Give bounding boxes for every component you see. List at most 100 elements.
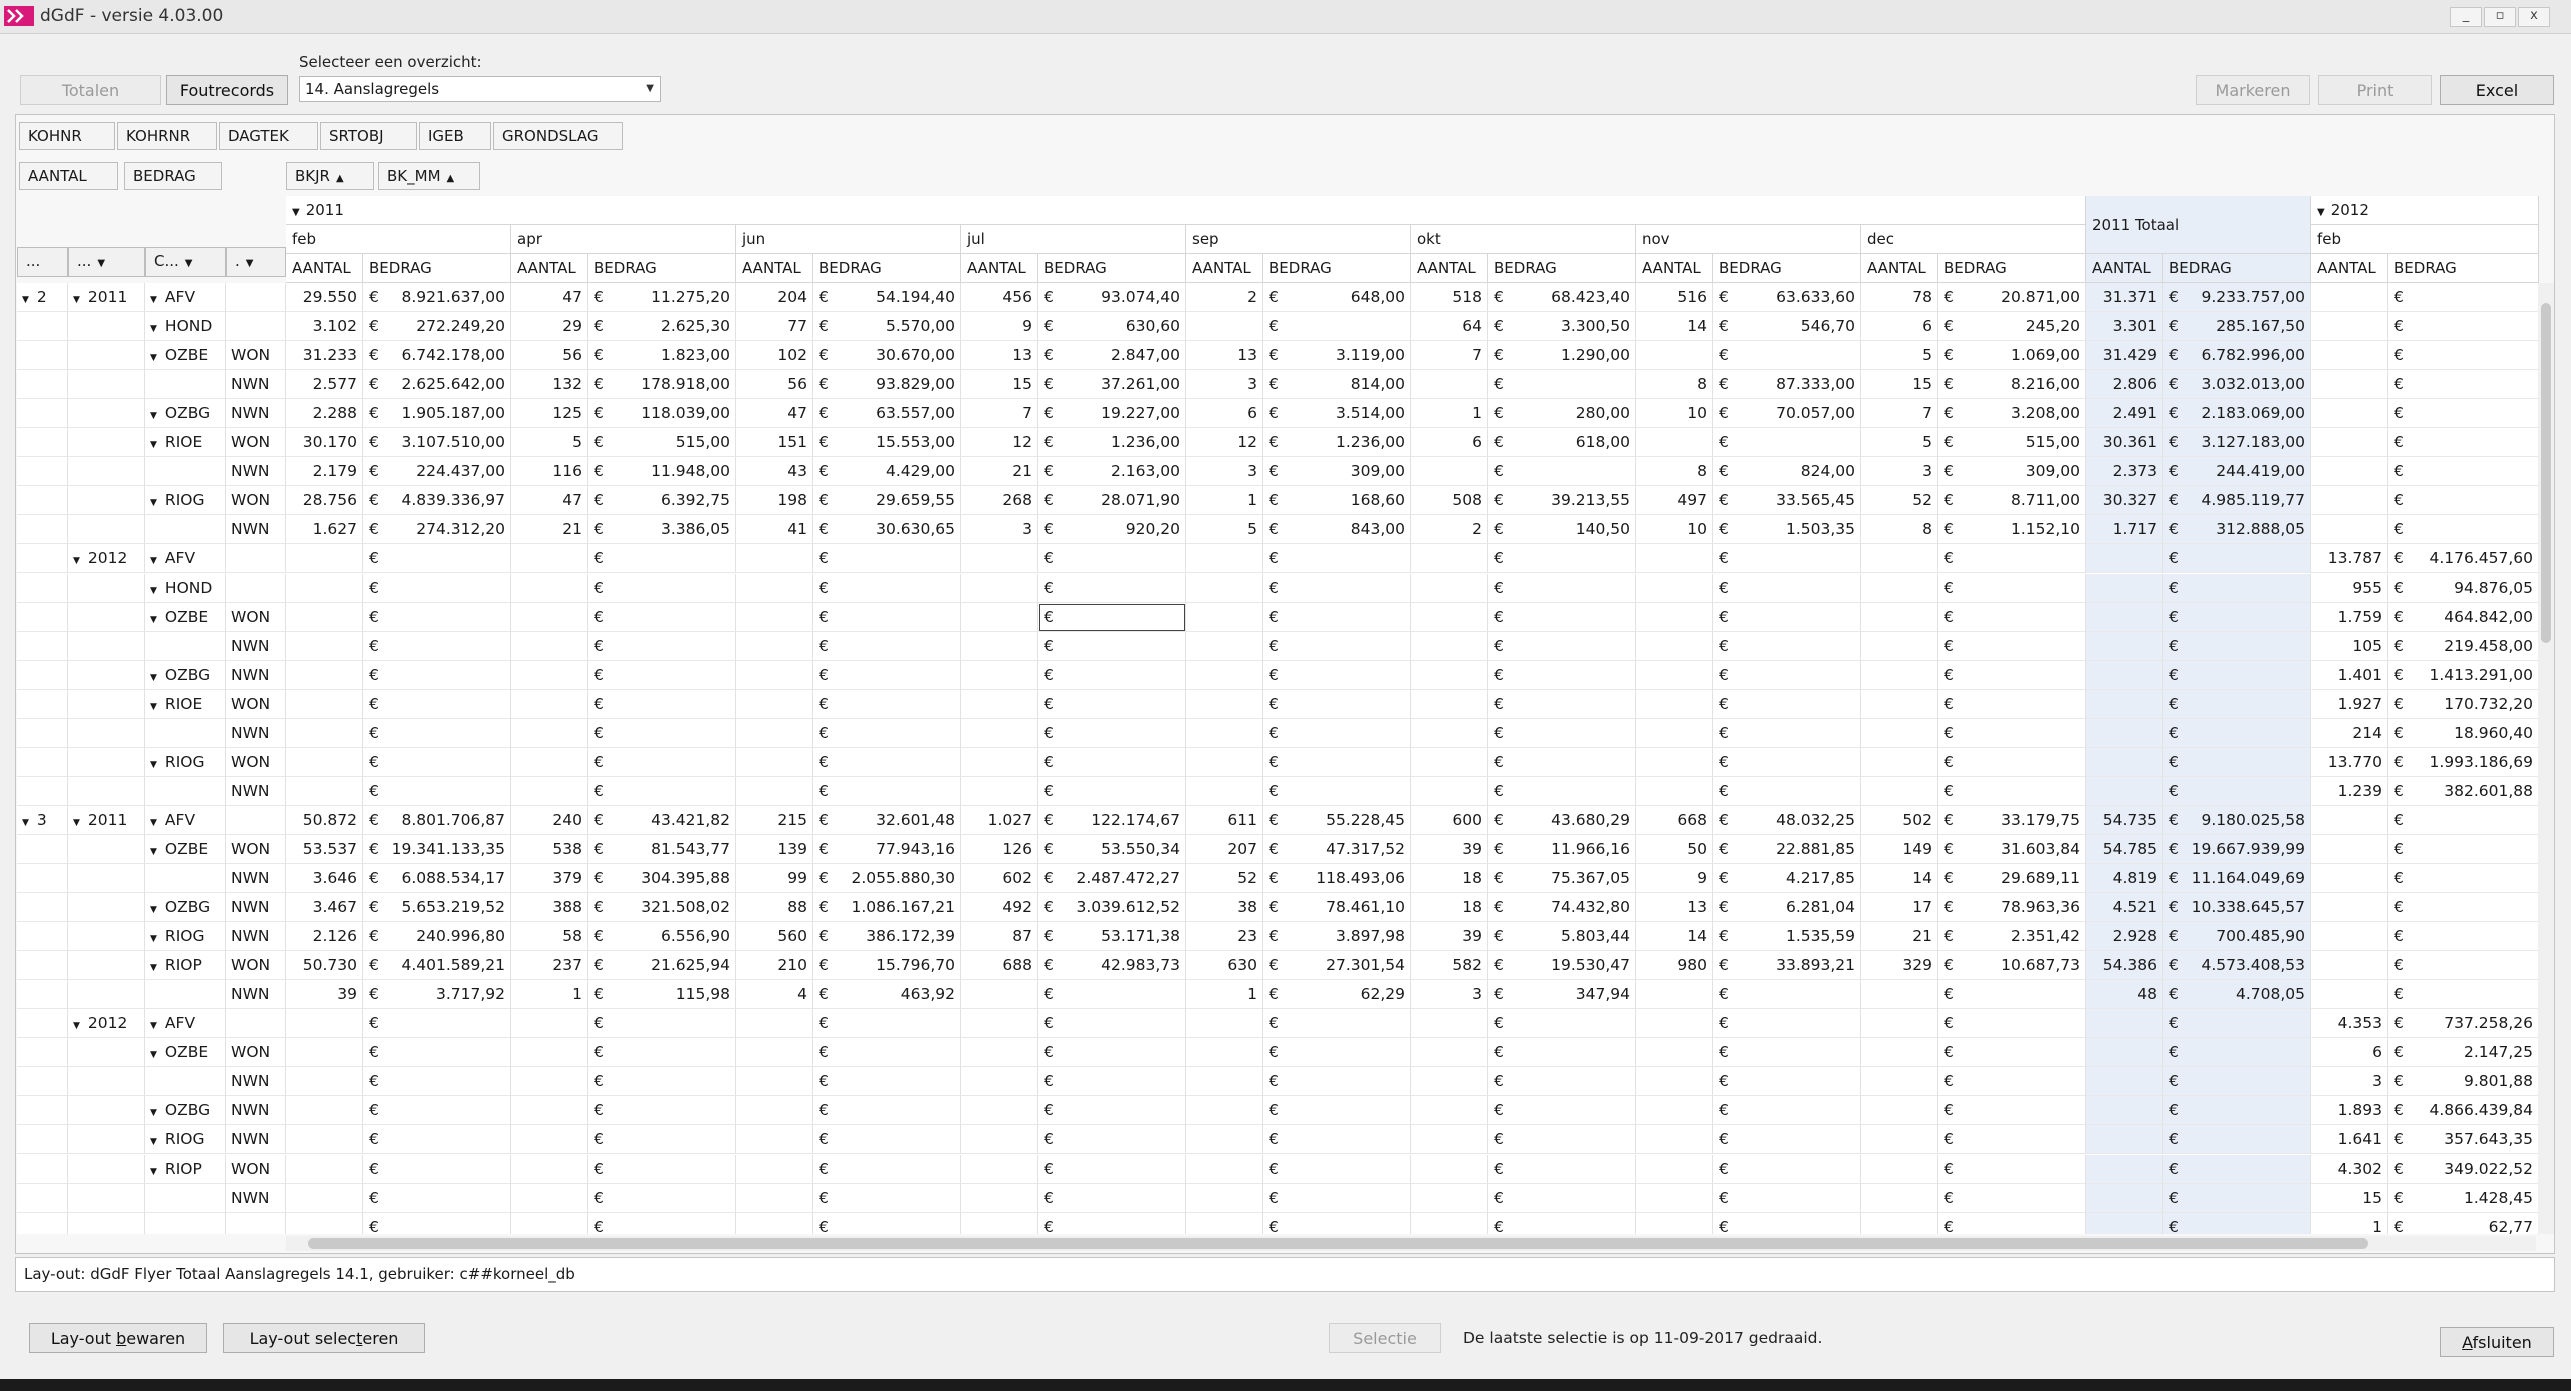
bedrag-cell[interactable]: € <box>363 574 511 603</box>
bedrag-cell[interactable]: €6.742.178,00 <box>363 341 511 370</box>
aantal-cell[interactable]: 14 <box>1636 922 1713 951</box>
bedrag-cell[interactable]: €240.996,80 <box>363 922 511 951</box>
collapse-icon[interactable]: ▼ <box>22 295 29 305</box>
aantal-cell[interactable]: 329 <box>1861 951 1938 980</box>
aantal-cell[interactable] <box>1411 1096 1488 1125</box>
collapse-icon[interactable]: ▼ <box>150 760 157 770</box>
aantal-cell[interactable]: 2.373 <box>2086 457 2163 486</box>
aantal-cell[interactable] <box>286 1096 363 1125</box>
bedrag-cell[interactable]: € <box>1488 1184 1636 1213</box>
aantal-cell[interactable]: 4 <box>736 980 813 1009</box>
bedrag-cell[interactable]: €168,60 <box>1263 486 1411 515</box>
bedrag-cell[interactable]: € <box>1713 544 1861 573</box>
aantal-cell[interactable] <box>2086 1038 2163 1067</box>
row-header-l4[interactable]: WON <box>226 748 286 777</box>
bedrag-cell[interactable]: €920,20 <box>1038 515 1186 544</box>
bedrag-cell[interactable]: € <box>1713 341 1861 370</box>
bedrag-cell[interactable]: €29.689,11 <box>1938 864 2086 893</box>
bedrag-cell[interactable]: €3.717,92 <box>363 980 511 1009</box>
row-header-l4[interactable]: NWN <box>226 777 286 806</box>
aantal-cell[interactable]: 14 <box>1861 864 1938 893</box>
aantal-cell[interactable] <box>1861 719 1938 748</box>
bedrag-cell[interactable]: €115,98 <box>588 980 736 1009</box>
bedrag-header[interactable]: BEDRAG <box>1713 254 1861 283</box>
bedrag-cell[interactable]: € <box>1038 1038 1186 1067</box>
aantal-cell[interactable] <box>736 574 813 603</box>
row-header-l4[interactable]: WON <box>226 341 286 370</box>
data-field-bedrag[interactable]: BEDRAG <box>124 162 222 190</box>
bedrag-cell[interactable]: €94.876,05 <box>2388 574 2539 603</box>
bedrag-header[interactable]: BEDRAG <box>1488 254 1636 283</box>
bedrag-cell[interactable]: € <box>2163 1213 2311 1234</box>
bedrag-cell[interactable]: € <box>588 1009 736 1038</box>
bedrag-cell[interactable]: € <box>2388 864 2539 893</box>
bedrag-cell[interactable]: € <box>363 777 511 806</box>
collapse-icon[interactable]: ▼ <box>150 847 157 857</box>
bedrag-cell[interactable]: € <box>1938 574 2086 603</box>
aantal-cell[interactable] <box>511 690 588 719</box>
bedrag-cell[interactable]: €700.485,90 <box>2163 922 2311 951</box>
aantal-cell[interactable]: 1 <box>511 980 588 1009</box>
bedrag-cell[interactable]: €280,00 <box>1488 399 1636 428</box>
aantal-cell[interactable]: 77 <box>736 312 813 341</box>
aantal-cell[interactable] <box>736 690 813 719</box>
bedrag-cell[interactable]: €3.032.013,00 <box>2163 370 2311 399</box>
aantal-cell[interactable] <box>736 748 813 777</box>
aantal-cell[interactable] <box>1186 690 1263 719</box>
aantal-cell[interactable] <box>511 574 588 603</box>
bedrag-cell[interactable]: € <box>1038 719 1186 748</box>
aantal-cell[interactable] <box>1861 661 1938 690</box>
bedrag-cell[interactable]: €11.164.049,69 <box>2163 864 2311 893</box>
bedrag-cell[interactable]: €81.543,77 <box>588 835 736 864</box>
aantal-cell[interactable] <box>1861 1155 1938 1184</box>
aantal-cell[interactable]: 508 <box>1411 486 1488 515</box>
aantal-cell[interactable] <box>511 1155 588 1184</box>
column-header-year-2011[interactable]: ▼ 2011 <box>286 196 2086 225</box>
aantal-cell[interactable]: 8 <box>1861 515 1938 544</box>
bedrag-cell[interactable]: € <box>1263 1155 1411 1184</box>
foutrecords-button[interactable]: Foutrecords <box>166 75 288 105</box>
bedrag-cell[interactable]: €43.421,82 <box>588 806 736 835</box>
bedrag-cell[interactable]: €6.782.996,00 <box>2163 341 2311 370</box>
aantal-cell[interactable]: 5 <box>1861 428 1938 457</box>
aantal-cell[interactable]: 538 <box>511 835 588 864</box>
bedrag-cell[interactable]: €4.985.119,77 <box>2163 486 2311 515</box>
aantal-cell[interactable]: 582 <box>1411 951 1488 980</box>
bedrag-cell[interactable]: €30.670,00 <box>813 341 961 370</box>
aantal-cell[interactable] <box>1636 1009 1713 1038</box>
bedrag-cell[interactable]: € <box>1488 1213 1636 1234</box>
bedrag-cell[interactable]: € <box>2163 1038 2311 1067</box>
aantal-cell[interactable]: 516 <box>1636 283 1713 312</box>
aantal-cell[interactable]: 31.233 <box>286 341 363 370</box>
aantal-cell[interactable] <box>2311 515 2388 544</box>
bedrag-cell[interactable]: € <box>588 544 736 573</box>
aantal-cell[interactable]: 39 <box>1411 922 1488 951</box>
bedrag-cell[interactable]: € <box>1038 777 1186 806</box>
aantal-cell[interactable] <box>1411 574 1488 603</box>
aantal-cell[interactable] <box>1861 1038 1938 1067</box>
bedrag-cell[interactable]: €33.179,75 <box>1938 806 2086 835</box>
bedrag-cell[interactable]: €347,94 <box>1488 980 1636 1009</box>
row-header-l3[interactable]: ▼ RIOP <box>145 1155 226 1184</box>
bedrag-cell[interactable]: €74.432,80 <box>1488 893 1636 922</box>
collapse-icon[interactable]: ▼ <box>73 295 80 305</box>
bedrag-cell[interactable]: €1.413.291,00 <box>2388 661 2539 690</box>
aantal-cell[interactable]: 31.371 <box>2086 283 2163 312</box>
aantal-cell[interactable]: 518 <box>1411 283 1488 312</box>
layout-selecteren-button[interactable]: Lay-out selecteren <box>223 1323 425 1353</box>
bedrag-cell[interactable]: € <box>1938 603 2086 632</box>
bedrag-cell[interactable]: €93.829,00 <box>813 370 961 399</box>
aantal-header[interactable]: AANTAL <box>1861 254 1938 283</box>
aantal-cell[interactable] <box>1861 1184 1938 1213</box>
bedrag-cell[interactable]: €648,00 <box>1263 283 1411 312</box>
bedrag-cell[interactable]: € <box>363 1096 511 1125</box>
bedrag-cell[interactable]: € <box>1938 1096 2086 1125</box>
bedrag-cell[interactable]: € <box>588 1184 736 1213</box>
aantal-cell[interactable]: 151 <box>736 428 813 457</box>
aantal-cell[interactable] <box>961 544 1038 573</box>
bedrag-cell[interactable]: € <box>2388 951 2539 980</box>
bedrag-cell[interactable]: € <box>588 719 736 748</box>
bedrag-cell[interactable]: €30.630,65 <box>813 515 961 544</box>
bedrag-cell[interactable]: €4.573.408,53 <box>2163 951 2311 980</box>
aantal-cell[interactable]: 502 <box>1861 806 1938 835</box>
